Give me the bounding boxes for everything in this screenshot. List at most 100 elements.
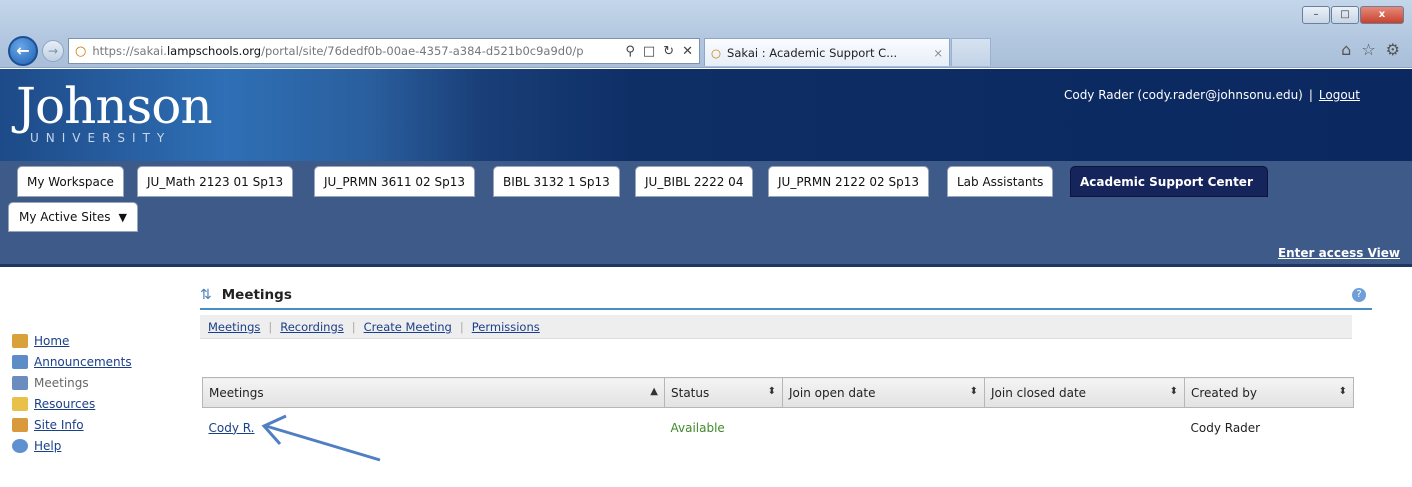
address-bar[interactable]: ○ https://sakai.lampschools.org/portal/s… [68, 38, 700, 64]
site-tab-lab-assistants[interactable]: Lab Assistants [947, 166, 1054, 197]
site-tab-ju-prmn-3611[interactable]: JU_PRMN 3611 02 Sp13 [314, 166, 475, 197]
toolbar-link-create-meeting[interactable]: Create Meeting [364, 320, 452, 334]
tool-item-meetings[interactable]: Meetings [12, 372, 132, 393]
toolbar-link-meetings[interactable]: Meetings [208, 320, 260, 334]
window-controls: – □ x [1301, 6, 1404, 24]
site-header: Johnson UNIVERSITY Cody Rader (cody.rade… [0, 69, 1412, 161]
cell-join-open-date [783, 408, 985, 448]
tool-link-site-info[interactable]: Site Info [34, 418, 84, 432]
column-label: Join open date [789, 385, 876, 400]
meeting-link[interactable]: Cody R. [209, 421, 255, 435]
my-active-sites-label: My Active Sites [19, 210, 111, 224]
browser-tab[interactable]: ○ Sakai : Academic Support C... × [704, 38, 950, 66]
help-icon[interactable]: ? [1352, 288, 1366, 302]
meetings-portlet: ⇅ Meetings ? Meetings | Recordings | Cre… [200, 282, 1372, 435]
tab-close-icon[interactable]: × [933, 46, 943, 60]
tool-link-announcements[interactable]: Announcements [34, 355, 132, 369]
tab-title: Sakai : Academic Support C... [727, 45, 898, 60]
column-header-status[interactable]: Status ⬍ [664, 377, 783, 408]
new-tab-button[interactable] [951, 38, 991, 66]
forward-icon[interactable]: → [42, 40, 64, 62]
site-tab-academic-support-center[interactable]: Academic Support Center [1070, 166, 1268, 197]
user-info: Cody Rader (cody.rader@johnsonu.edu) | Log… [1064, 88, 1360, 102]
announcements-icon [12, 354, 28, 369]
stop-icon[interactable]: ✕ [682, 44, 693, 59]
url-host-prefix: https://sakai. [92, 44, 167, 58]
logo-main-text: Johnson [16, 77, 213, 135]
column-header-join-open-date[interactable]: Join open date ⬍ [782, 377, 985, 408]
toolbar-separator: | [351, 319, 356, 334]
tool-item-home[interactable]: Home [12, 330, 132, 351]
tool-link-resources[interactable]: Resources [34, 397, 95, 411]
sort-icon[interactable]: ⬍ [768, 386, 776, 397]
site-tab-bibl-3132[interactable]: BIBL 3132 1 Sp13 [493, 166, 620, 197]
sort-icon[interactable]: ⬍ [1170, 386, 1178, 397]
tool-item-site-info[interactable]: Site Info [12, 414, 132, 435]
toolbar-link-permissions[interactable]: Permissions [472, 320, 540, 334]
sort-asc-icon[interactable]: ▲ [650, 386, 658, 397]
cell-join-closed-date [985, 408, 1185, 448]
browser-chrome: – □ x ← → ○ https://sakai.lampschools.or… [0, 0, 1412, 68]
tool-link-help[interactable]: Help [34, 439, 61, 453]
back-icon[interactable]: ← [8, 36, 38, 66]
reset-icon[interactable]: ⇅ [200, 287, 212, 303]
annotation-arrow [261, 414, 381, 462]
university-logo[interactable]: Johnson UNIVERSITY [16, 75, 213, 145]
column-header-created-by[interactable]: Created by ⬍ [1184, 377, 1354, 408]
enter-access-view-link[interactable]: Enter access View [1278, 246, 1400, 260]
tool-item-help[interactable]: Help [12, 435, 132, 456]
toolbar-separator: | [459, 319, 464, 334]
search-icon[interactable]: ⚲ [625, 44, 635, 59]
tool-link-home[interactable]: Home [34, 334, 69, 348]
url-domain: lampschools.org [166, 44, 262, 58]
column-label: Status [671, 385, 710, 400]
refresh-icon[interactable]: ↻ [663, 44, 674, 59]
portlet-title: Meetings [221, 287, 292, 303]
cell-status: Available [670, 420, 725, 435]
maximize-button[interactable]: □ [1331, 6, 1359, 24]
lock-icon[interactable]: □ [643, 44, 655, 59]
url-text[interactable]: https://sakai.lampschools.org/portal/sit… [92, 44, 621, 58]
site-tab-my-workspace[interactable]: My Workspace [17, 166, 124, 197]
site-info-icon [12, 417, 28, 432]
help-icon [12, 438, 28, 453]
folder-icon [12, 396, 28, 411]
toolbar-separator: | [268, 319, 273, 334]
tool-item-resources[interactable]: Resources [12, 393, 132, 414]
tab-favicon-icon: ○ [711, 45, 722, 60]
cell-created-by: Cody Rader [1190, 420, 1261, 435]
sort-icon[interactable]: ⬍ [1339, 386, 1347, 397]
toolbar-link-recordings[interactable]: Recordings [280, 320, 344, 334]
column-label: Created by [1191, 385, 1258, 400]
browser-toolbar-icons: ⌂ ☆ ⚙ [1341, 40, 1400, 59]
portlet-toolbar: Meetings | Recordings | Create Meeting |… [200, 315, 1352, 339]
separator: | [1308, 88, 1313, 102]
tool-menu: Home Announcements Meetings Resources Si… [12, 330, 132, 456]
portlet-title-bar: ⇅ Meetings ? [200, 282, 1372, 310]
user-name: Cody Rader (cody.rader@johnsonu.edu) [1063, 88, 1303, 102]
logout-link[interactable]: Logout [1319, 88, 1360, 102]
dropdown-caret-icon: ▼ [118, 211, 127, 224]
column-header-meetings[interactable]: Meetings ▲ [202, 377, 665, 408]
minimize-button[interactable]: – [1302, 6, 1330, 24]
url-path: /portal/site/76dedf0b-00ae-4357-a384-d52… [261, 44, 584, 58]
site-nav-divider [0, 264, 1412, 267]
close-window-button[interactable]: x [1360, 6, 1404, 24]
tool-label-meetings: Meetings [34, 375, 89, 390]
sort-icon[interactable]: ⬍ [970, 386, 978, 397]
my-active-sites-dropdown[interactable]: My Active Sites ▼ [8, 202, 138, 232]
site-favicon-icon: ○ [75, 43, 87, 59]
column-header-join-closed-date[interactable]: Join closed date ⬍ [984, 377, 1185, 408]
table-header-row: Meetings ▲ Status ⬍ Join open date ⬍ Join c… [202, 377, 1354, 408]
site-tab-ju-bibl-2222[interactable]: JU_BIBL 2222 04 [635, 166, 754, 197]
tool-item-announcements[interactable]: Announcements [12, 351, 132, 372]
site-tab-ju-prmn-2122[interactable]: JU_PRMN 2122 02 Sp13 [768, 166, 929, 197]
favorites-icon[interactable]: ☆ [1361, 40, 1375, 59]
column-label: Join closed date [991, 385, 1087, 400]
settings-icon[interactable]: ⚙ [1386, 40, 1400, 59]
home-icon[interactable]: ⌂ [1341, 40, 1351, 59]
home-icon [12, 333, 28, 348]
meetings-icon [12, 375, 28, 390]
site-tab-ju-math-2123[interactable]: JU_Math 2123 01 Sp13 [137, 166, 294, 197]
column-label: Meetings [209, 385, 264, 400]
